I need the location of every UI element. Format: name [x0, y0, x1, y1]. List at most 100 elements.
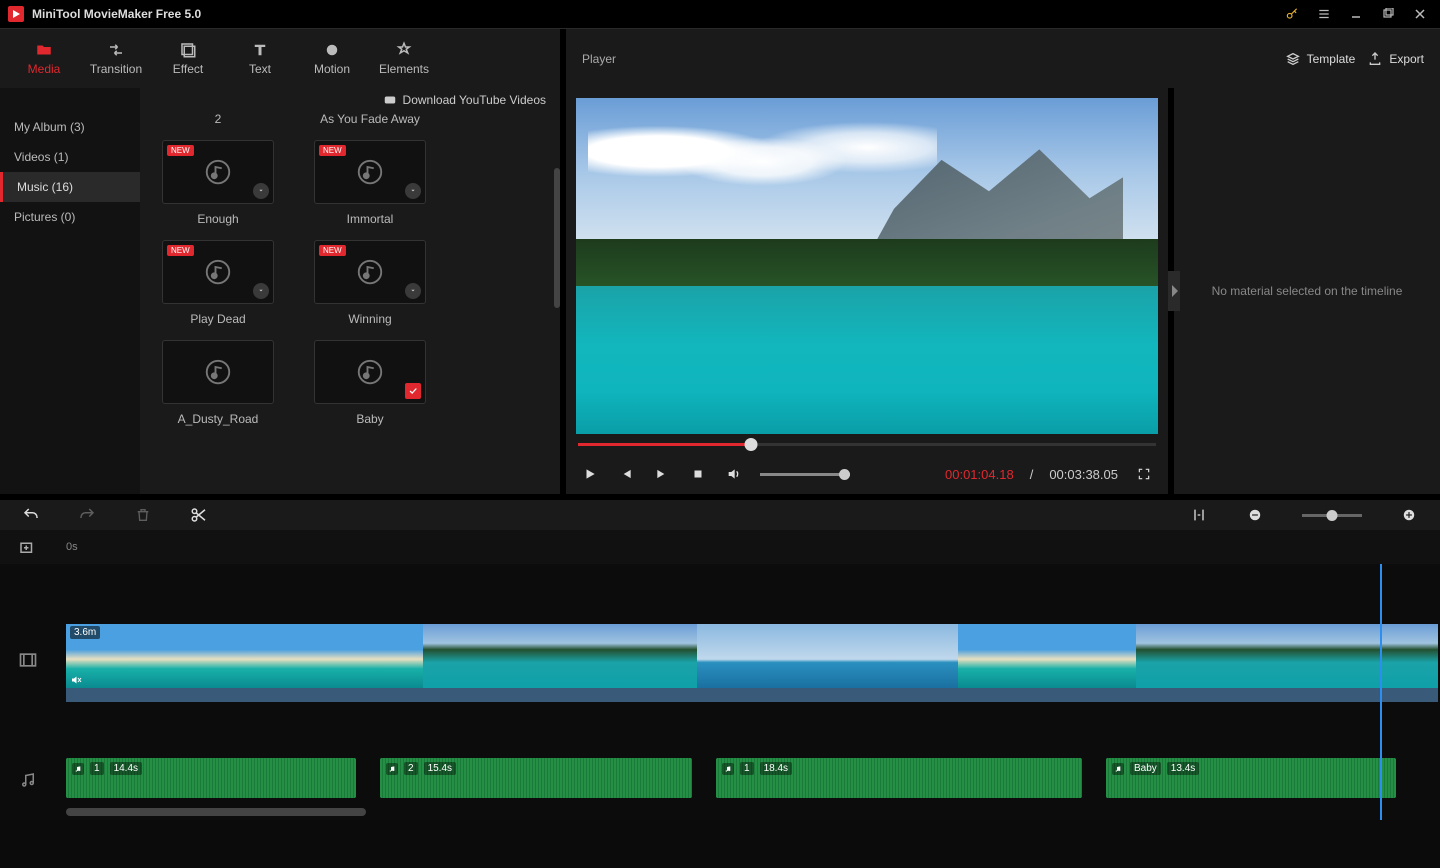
seek-bar[interactable] — [576, 434, 1158, 454]
app-title: MiniTool MovieMaker Free 5.0 — [32, 7, 201, 21]
tab-label: Transition — [90, 62, 142, 76]
maximize-button[interactable] — [1376, 2, 1400, 26]
media-card-label: A_Dusty_Road — [178, 412, 259, 426]
media-card[interactable]: NEW — [162, 240, 274, 304]
download-label: Download YouTube Videos — [403, 93, 546, 107]
stop-button[interactable] — [688, 464, 708, 484]
media-card-label: Immortal — [347, 212, 394, 226]
clip-name: 1 — [90, 762, 104, 775]
player-header: Player Template Export — [560, 29, 1440, 88]
media-card-label: Winning — [348, 312, 391, 326]
music-clip[interactable]: 1 18.4s — [716, 758, 1082, 798]
sidebar-item-videos[interactable]: Videos (1) — [0, 142, 140, 172]
app-logo-icon — [8, 6, 24, 22]
clip-duration: 18.4s — [760, 762, 792, 775]
media-card-label: Baby — [356, 412, 383, 426]
music-icon — [386, 763, 398, 775]
horizontal-scrollbar[interactable] — [66, 808, 366, 816]
volume-slider[interactable] — [760, 473, 850, 476]
tab-label: Text — [249, 62, 271, 76]
music-clip[interactable]: 114.4s — [66, 758, 356, 798]
video-track[interactable]: 3.6m — [66, 624, 1438, 688]
delete-button[interactable] — [134, 506, 152, 524]
mute-icon[interactable] — [70, 674, 82, 686]
music-clip[interactable]: Baby 13.4s — [1106, 758, 1396, 798]
clip-name: Baby — [1130, 762, 1161, 775]
download-youtube-button[interactable]: Download YouTube Videos — [140, 88, 560, 112]
add-track-icon[interactable] — [18, 538, 36, 556]
video-preview[interactable] — [576, 98, 1158, 434]
prev-button[interactable] — [616, 464, 636, 484]
play-button[interactable] — [580, 464, 600, 484]
tab-label: Motion — [314, 62, 350, 76]
player-panel: 00:01:04.18 / 00:03:38.05 — [560, 88, 1168, 494]
sidebar-item-album[interactable]: My Album (3) — [0, 112, 140, 142]
download-icon[interactable] — [253, 283, 269, 299]
scrollbar[interactable] — [554, 168, 560, 308]
media-card[interactable] — [162, 340, 274, 404]
timeline-ruler[interactable]: 0s — [0, 530, 1440, 564]
menu-icon[interactable] — [1312, 2, 1336, 26]
time-current: 00:01:04.18 — [945, 467, 1014, 482]
media-card[interactable]: NEW — [314, 140, 426, 204]
clip-duration: 13.4s — [1167, 762, 1199, 775]
music-icon — [72, 763, 84, 775]
playhead[interactable] — [1380, 564, 1382, 820]
minimize-button[interactable] — [1344, 2, 1368, 26]
media-card-label: 2 — [215, 112, 222, 126]
fit-button[interactable] — [1190, 506, 1208, 524]
zoom-slider[interactable] — [1302, 514, 1362, 517]
tab-media[interactable]: Media — [8, 35, 80, 82]
clip-name: 1 — [740, 762, 754, 775]
clip-duration: 15.4s — [424, 762, 456, 775]
new-badge: NEW — [319, 245, 346, 256]
tab-transition[interactable]: Transition — [80, 35, 152, 82]
close-button[interactable] — [1408, 2, 1432, 26]
volume-icon[interactable] — [724, 464, 744, 484]
collapse-inspector-button[interactable] — [1168, 271, 1180, 311]
media-card-label: Play Dead — [190, 312, 245, 326]
tab-effect[interactable]: Effect — [152, 35, 224, 82]
titlebar: MiniTool MovieMaker Free 5.0 — [0, 0, 1440, 28]
clip-duration: 3.6m — [70, 626, 100, 639]
media-card[interactable] — [314, 340, 426, 404]
split-button[interactable] — [190, 506, 208, 524]
music-track[interactable]: 114.4s 215.4s 1 18.4s Baby 13.4s — [66, 758, 1440, 798]
video-track-icon[interactable] — [0, 620, 56, 700]
music-track-icon[interactable] — [0, 760, 56, 800]
new-badge: NEW — [167, 145, 194, 156]
media-grid: Download YouTube Videos 2As You Fade Awa… — [140, 88, 560, 494]
media-card[interactable]: NEW — [314, 240, 426, 304]
media-card[interactable]: NEW — [162, 140, 274, 204]
download-icon[interactable] — [405, 183, 421, 199]
tab-motion[interactable]: Motion — [296, 35, 368, 82]
inspector-empty-text: No material selected on the timeline — [1212, 284, 1403, 298]
next-button[interactable] — [652, 464, 672, 484]
check-icon — [405, 383, 421, 399]
tab-elements[interactable]: Elements — [368, 35, 440, 82]
undo-button[interactable] — [22, 506, 40, 524]
sidebar-item-music[interactable]: Music (16) — [0, 172, 140, 202]
music-icon — [1112, 763, 1124, 775]
download-icon[interactable] — [253, 183, 269, 199]
redo-button[interactable] — [78, 506, 96, 524]
player-title: Player — [582, 52, 616, 66]
sidebar: My Album (3) Videos (1) Music (16) Pictu… — [0, 88, 140, 494]
key-icon[interactable] — [1280, 2, 1304, 26]
time-sep: / — [1030, 467, 1034, 482]
audio-track[interactable] — [66, 688, 1438, 702]
sidebar-item-pictures[interactable]: Pictures (0) — [0, 202, 140, 232]
export-button[interactable]: Export — [1367, 51, 1424, 67]
music-icon — [722, 763, 734, 775]
fullscreen-button[interactable] — [1134, 464, 1154, 484]
tab-label: Effect — [173, 62, 203, 76]
new-badge: NEW — [319, 145, 346, 156]
tab-text[interactable]: Text — [224, 35, 296, 82]
time-total: 00:03:38.05 — [1049, 467, 1118, 482]
zoom-out-button[interactable] — [1246, 506, 1264, 524]
zoom-in-button[interactable] — [1400, 506, 1418, 524]
download-icon[interactable] — [405, 283, 421, 299]
tab-label: Elements — [379, 62, 429, 76]
template-button[interactable]: Template — [1285, 51, 1356, 67]
music-clip[interactable]: 215.4s — [380, 758, 692, 798]
